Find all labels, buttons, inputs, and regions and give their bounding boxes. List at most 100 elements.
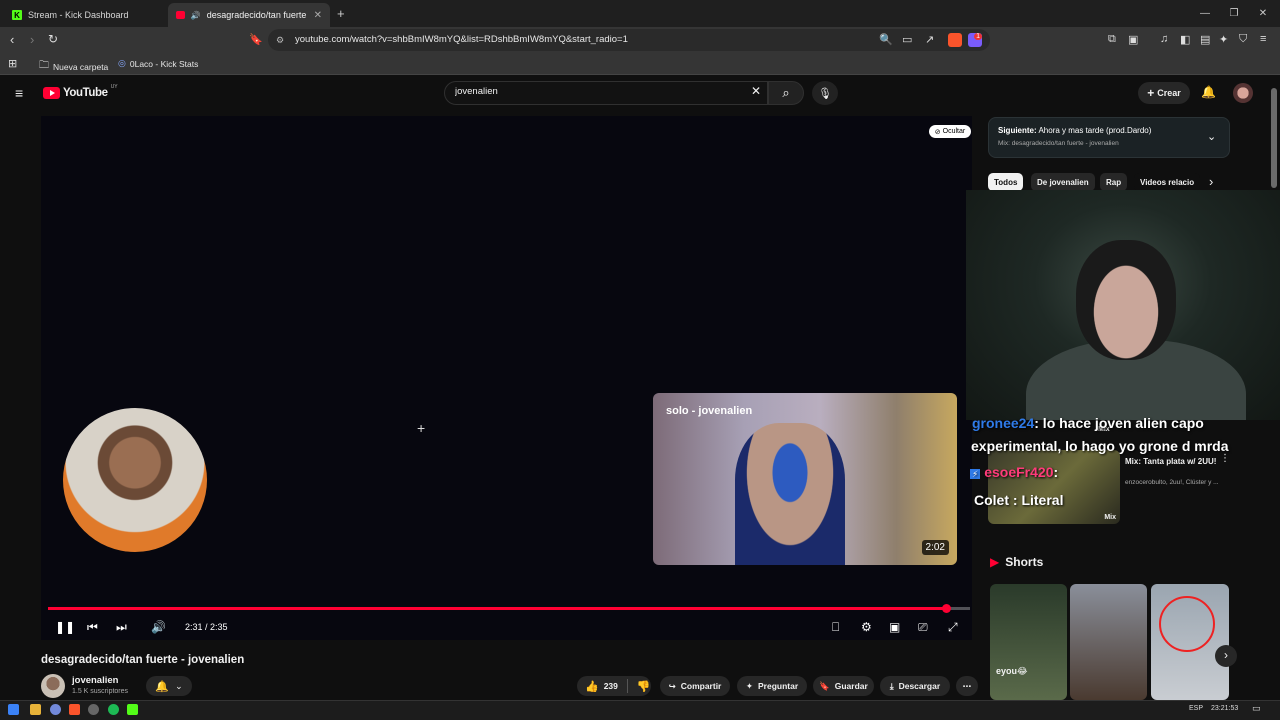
language-indicator[interactable]: ESP	[1189, 705, 1203, 712]
music-icon[interactable]: ♫	[1160, 33, 1168, 45]
volume-icon[interactable]: 🔊	[151, 620, 166, 634]
up-next-song: Ahora y mas tarde (prod.Dardo)	[1038, 126, 1152, 135]
back-icon[interactable]: ‹	[10, 32, 14, 47]
more-icon: ⋯	[962, 680, 972, 691]
channel-name[interactable]: jovenalien	[72, 675, 118, 686]
search-icon: ⌕	[782, 85, 790, 100]
bookmark-icon[interactable]: 🔖	[249, 33, 263, 46]
bell-icon: 🔔	[155, 680, 170, 693]
create-button[interactable]: + Crear	[1138, 82, 1190, 104]
fullscreen-icon[interactable]: ⤢	[948, 620, 958, 635]
settings-gear-icon[interactable]: ⚙	[861, 620, 872, 634]
close-window-button[interactable]: ✕	[1248, 0, 1278, 27]
forward-icon[interactable]: ›	[30, 32, 34, 47]
miniplayer-icon[interactable]: ▣	[889, 620, 900, 634]
page-scrollbar[interactable]	[1271, 88, 1277, 188]
minimize-button[interactable]: —	[1190, 0, 1220, 27]
menu-icon[interactable]: ≡	[1260, 33, 1266, 45]
channel-avatar[interactable]	[41, 674, 65, 698]
ask-button[interactable]: ✦ Preguntar	[737, 676, 807, 696]
up-next-card[interactable]	[988, 117, 1230, 158]
chat-badge-icon: ⚡	[970, 469, 981, 479]
related-video-thumbnail[interactable]: Mix	[988, 450, 1120, 524]
bookmark-folder[interactable]: 🗀 Nueva carpeta	[39, 58, 108, 75]
chat-message: Colet : Literal	[974, 492, 1063, 508]
subscription-bell-button[interactable]: 🔔 ⌄	[146, 676, 192, 696]
bookmark-kick-stats[interactable]: ◎ 0Laco - Kick Stats	[118, 58, 198, 69]
extensions-icon[interactable]: ⧉	[1108, 33, 1116, 46]
screenshot-icon[interactable]: ▣	[1128, 33, 1138, 46]
youtube-logo[interactable]: YouTube UY	[43, 84, 118, 99]
apps-icon[interactable]: ⊞	[8, 57, 17, 70]
pause-icon[interactable]: ❚❚	[55, 620, 75, 634]
short-thumbnail[interactable]	[1151, 584, 1229, 700]
sparkle-icon: ✦	[745, 680, 753, 691]
region-code: UY	[110, 84, 118, 90]
download-button[interactable]: ⤓ Descargar	[880, 676, 950, 696]
notification-center-icon[interactable]: ▭	[1252, 703, 1261, 714]
reload-icon[interactable]: ↻	[48, 32, 58, 46]
kick-app-icon[interactable]	[127, 704, 138, 715]
sidebar-icon[interactable]: ◧	[1180, 33, 1190, 46]
chip-videos-relacionados[interactable]: Videos relacio	[1134, 173, 1200, 191]
install-icon[interactable]: ▭	[902, 33, 912, 46]
progress-scrubber[interactable]	[942, 604, 952, 613]
close-tab-icon[interactable]: ✕	[314, 10, 322, 21]
notifications-icon[interactable]: 🔔	[1201, 85, 1216, 99]
pip-preview[interactable]: solo - jovenalien 2:02	[653, 393, 957, 565]
like-button[interactable]: 👍 239	[585, 680, 618, 693]
obs-icon[interactable]	[88, 704, 99, 715]
cursor-crosshair-icon: +	[417, 420, 426, 436]
leo-ai-icon[interactable]: ✦	[1219, 33, 1228, 46]
tab-kick-dashboard[interactable]: K Stream - Kick Dashboard	[4, 3, 166, 27]
restore-button[interactable]: ❐	[1219, 0, 1249, 27]
chat-user: Colet	[974, 492, 1009, 508]
thumbs-down-icon[interactable]: 👎	[637, 680, 651, 693]
vpn-icon[interactable]: ⛉	[1239, 33, 1247, 46]
short-thumbnail[interactable]: eyou😂	[990, 584, 1067, 700]
chip-todos[interactable]: Todos	[988, 173, 1024, 191]
chevron-right-icon[interactable]: ›	[1209, 174, 1213, 189]
clock[interactable]: 23:21:53	[1211, 705, 1238, 712]
clear-search-icon[interactable]: ✕	[751, 84, 761, 98]
share-button[interactable]: ↪ Compartir	[660, 676, 730, 696]
discord-icon[interactable]	[50, 704, 61, 715]
new-tab-button[interactable]: +	[337, 6, 345, 21]
progress-bar[interactable]	[48, 604, 970, 613]
tab-title: Stream - Kick Dashboard	[28, 10, 129, 20]
brave-shield-icon[interactable]	[948, 33, 962, 47]
short-thumbnail[interactable]	[1070, 584, 1147, 700]
hamburger-menu-icon[interactable]: ≡	[15, 85, 23, 101]
voice-search-button[interactable]: 🎙	[812, 81, 838, 105]
previous-icon[interactable]: ⏮	[87, 620, 98, 635]
save-button[interactable]: 🔖 Guardar	[813, 676, 874, 696]
shorts-next-icon[interactable]: ›	[1215, 645, 1237, 667]
next-icon[interactable]: ⏭	[116, 620, 127, 635]
chip-de-jovenalien[interactable]: De jovenalien	[1031, 173, 1095, 191]
chevron-down-icon[interactable]: ⌄	[1207, 130, 1216, 143]
hide-overlay-button[interactable]: ⊘ Ocultar	[929, 125, 971, 138]
explorer-icon[interactable]	[30, 704, 41, 715]
related-video-title[interactable]: Mix: Tanta plata w/ 2UU!	[1125, 456, 1221, 467]
search-field[interactable]: ✕	[444, 81, 768, 105]
search-input[interactable]	[455, 86, 735, 97]
more-vert-icon[interactable]: ⋮	[1220, 453, 1230, 464]
shorts-heading: ▶ Shorts	[990, 555, 1043, 569]
zoom-icon[interactable]: 🔍	[879, 33, 893, 46]
tab-youtube-video[interactable]: 🔊 desagradecido/tan fuerte - jo ✕	[168, 3, 330, 27]
search-button[interactable]: ⌕	[768, 81, 804, 105]
url-text: youtube.com/watch?v=shbBmIW8mYQ&list=RDs…	[295, 34, 628, 45]
avatar[interactable]	[1233, 83, 1253, 103]
chip-rap[interactable]: Rap	[1100, 173, 1128, 191]
start-icon[interactable]	[8, 704, 19, 715]
subtitles-icon[interactable]: ⎕	[832, 620, 839, 635]
site-info-icon[interactable]: ⚙	[276, 35, 284, 46]
like-count: 239	[603, 681, 618, 691]
wallet-icon[interactable]: ▤	[1200, 33, 1210, 46]
spotify-icon[interactable]	[108, 704, 119, 715]
brave-icon[interactable]	[69, 704, 80, 715]
rewards-icon[interactable]: 1	[968, 33, 982, 47]
share-icon[interactable]: ↗	[925, 33, 934, 46]
more-actions-button[interactable]: ⋯	[956, 676, 978, 696]
cast-icon[interactable]: ⎚	[918, 620, 928, 635]
